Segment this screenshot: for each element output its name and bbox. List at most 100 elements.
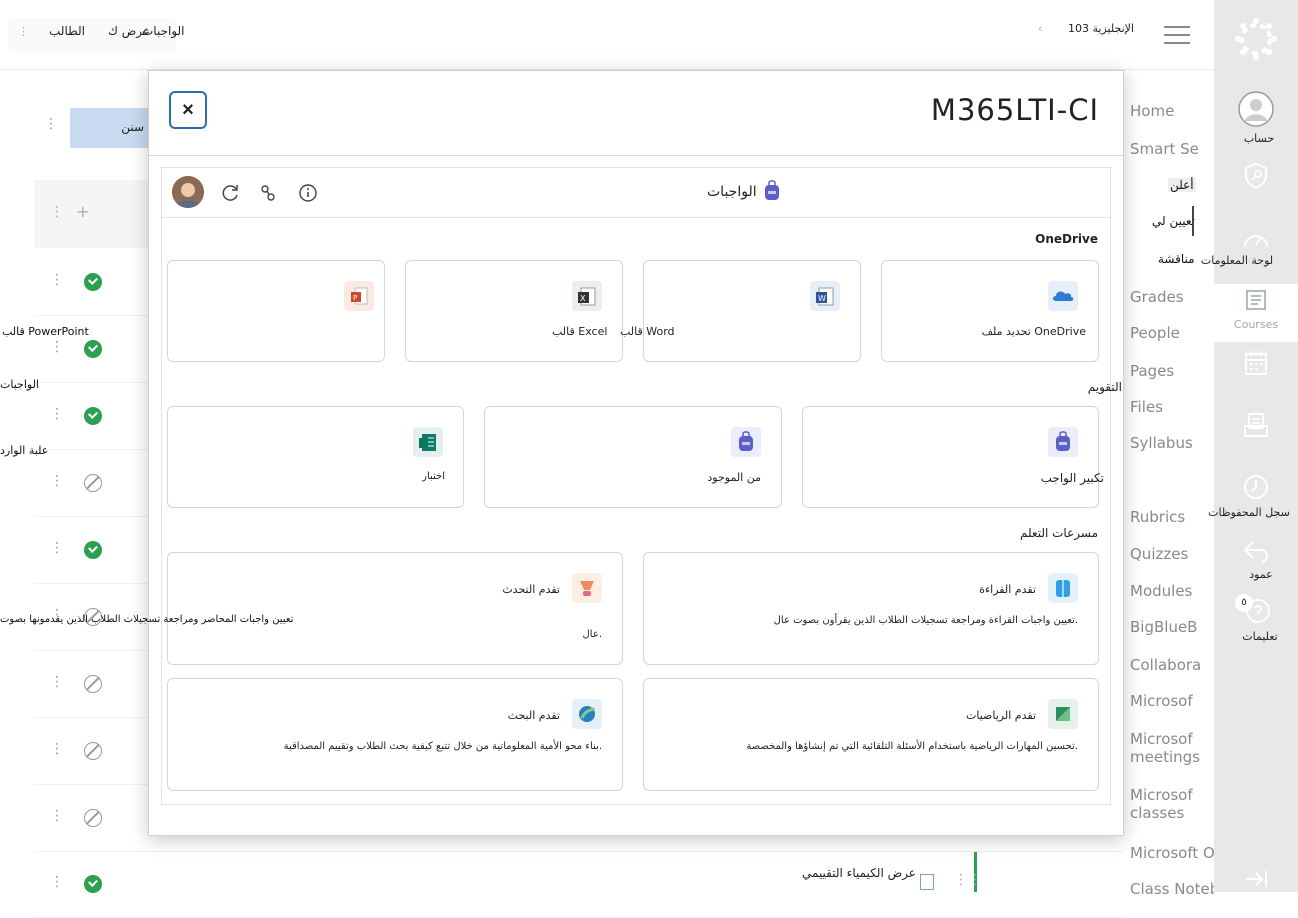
collapse-nav-icon[interactable] [1214, 870, 1298, 888]
course-nav-item[interactable]: Rubrics [1130, 508, 1214, 526]
course-nav-item[interactable]: Class Notebook [1130, 880, 1214, 898]
card-onedrive-file[interactable]: تحديد ملف OneDrive [881, 260, 1099, 362]
excel-icon: X [572, 281, 602, 311]
course-nav-item[interactable]: Modules [1130, 582, 1214, 600]
card-speaker-progress-desc: عال. [582, 629, 602, 640]
math-progress-icon [1048, 699, 1078, 729]
card-word-template[interactable]: W [643, 260, 861, 362]
course-nav-item[interactable]: BigBlueB [1130, 618, 1214, 636]
shield-key-icon [1245, 162, 1267, 190]
card-quiz-title: اختبار [422, 471, 445, 482]
course-nav-item[interactable]: Quizzes [1130, 545, 1214, 563]
card-speaker-progress-title: تقدم التحدث [502, 583, 560, 596]
course-nav-item[interactable]: People [1130, 324, 1214, 342]
kebab-icon[interactable]: ⋮ [50, 272, 64, 288]
course-nav-item[interactable]: Syllabus [1130, 434, 1214, 452]
published-check-icon[interactable] [84, 875, 102, 893]
forms-icon [413, 427, 443, 457]
card-reading-progress[interactable]: تقدم القراءة تعيين واجبات القراءة ومراجع… [643, 552, 1099, 665]
card-math-progress-title: تقدم الرياضيات [966, 709, 1036, 722]
kebab-icon[interactable]: ⋮ [50, 339, 64, 355]
course-nav-item[interactable]: Files [1130, 398, 1214, 416]
course-nav-item[interactable]: Microsof meetings [1130, 730, 1214, 766]
kebab-icon[interactable]: ⋮ [50, 674, 64, 690]
unpublished-icon[interactable] [84, 742, 102, 760]
bg-bottom-row-title[interactable]: عرض الكيمياء التقييمي [802, 866, 916, 880]
hamburger-menu-icon[interactable] [1164, 26, 1190, 44]
nav-help[interactable]: ٥ تعليمات [1214, 594, 1298, 643]
card-onedrive-file-title: تحديد ملف OneDrive [981, 325, 1086, 338]
published-check-icon[interactable] [84, 541, 102, 559]
global-nav: حساب لوحة المعلومات Courses سجل المحفوظا… [1201, 0, 1298, 892]
word-icon: W [810, 281, 840, 311]
card-speaker-progress[interactable]: تقدم التحدث عال. [167, 552, 623, 665]
assignment-icon [731, 427, 761, 457]
nav-account-label: حساب [1243, 132, 1275, 145]
assignment-doc-icon [920, 874, 934, 890]
nav-account[interactable]: حساب [1214, 90, 1298, 145]
drag-handle-icon[interactable]: ⋮⋮ [954, 872, 982, 888]
course-nav-announcements[interactable]: أعلن [1168, 178, 1196, 192]
published-check-icon[interactable] [84, 407, 102, 425]
course-nav-item[interactable]: Collabora [1130, 656, 1214, 674]
top-bar: ‹ الإنجليزية 103 ⋮ الطالب عرض ك الواجبات [0, 0, 1214, 70]
institution-logo-icon[interactable] [1214, 16, 1298, 62]
kebab-icon[interactable]: ⋮ [50, 874, 64, 890]
kebab-icon[interactable]: ⋮ [50, 204, 64, 220]
course-nav-assign-me[interactable]: تعيين لي [1152, 214, 1195, 228]
kebab-icon[interactable]: ⋮ [50, 741, 64, 757]
bg-action-button[interactable]: سنن [70, 108, 150, 148]
calendar-icon [1245, 351, 1267, 375]
card-excel-template[interactable]: X [405, 260, 623, 362]
course-nav-discussion[interactable]: مناقشة [1158, 252, 1195, 266]
card-quiz[interactable]: اختبار [167, 406, 464, 508]
nav-history[interactable]: سجل المحفوظات [1208, 474, 1298, 519]
add-icon[interactable]: + [76, 202, 89, 221]
kebab-icon[interactable]: ⋮ [50, 540, 64, 556]
nav-inbox[interactable] [1214, 412, 1298, 438]
published-check-icon[interactable] [84, 340, 102, 358]
course-nav-item[interactable]: Pages [1130, 362, 1214, 380]
card-powerpoint-template[interactable]: P [167, 260, 385, 362]
info-icon[interactable] [298, 183, 318, 203]
lti-frame: الواجبات OneDrive تحديد ملف OneDrive W X… [2, 167, 1122, 805]
card-new-assignment[interactable]: تكبير الواجب [802, 406, 1104, 508]
nav-dashboard[interactable]: لوحة المعلومات [1201, 228, 1298, 267]
breadcrumb-course[interactable]: الإنجليزية 103 [1068, 22, 1134, 35]
overflow-label-lecture: تعيين واجبات المحاضر ومراجعة تسجيلات الط… [0, 614, 294, 625]
user-avatar[interactable] [172, 176, 204, 208]
close-button[interactable]: × [169, 91, 207, 129]
course-nav-item[interactable]: Microsof classes [1130, 786, 1214, 822]
unpublished-icon[interactable] [84, 809, 102, 827]
nav-courses[interactable]: Courses [1214, 284, 1298, 342]
course-nav-item[interactable]: Home [1130, 102, 1214, 120]
card-search-progress[interactable]: تقدم البحث بناء محو الأمية المعلوماتية م… [167, 678, 623, 791]
card-math-progress[interactable]: تقدم الرياضيات تحسين المهارات الرياضية ب… [643, 678, 1099, 791]
kebab-icon[interactable]: ⋮ [50, 406, 64, 422]
nav-calendar[interactable] [1214, 350, 1298, 376]
kebab-icon[interactable]: ⋮ [50, 473, 64, 489]
unpublished-icon[interactable] [84, 474, 102, 492]
kebab-icon[interactable]: ⋮ [50, 808, 64, 824]
overflow-label-assignments: الواجبات [0, 378, 39, 391]
card-reading-progress-desc: تعيين واجبات القراءة ومراجعة تسجيلات الط… [773, 615, 1078, 626]
nav-admin[interactable] [1214, 162, 1298, 190]
unpublished-icon[interactable] [84, 675, 102, 693]
card-from-existing[interactable]: من الموجود [484, 406, 782, 508]
refresh-icon[interactable] [220, 183, 240, 203]
course-nav-item[interactable]: Microsoft OneDrive [1130, 844, 1214, 862]
nav-commons[interactable]: عمود [1214, 538, 1298, 581]
view-as-dropdown[interactable]: ⋮ الطالب عرض ك الواجبات [8, 18, 185, 52]
card-excel-template-title: قالب Excel [552, 325, 608, 338]
published-check-icon[interactable] [84, 273, 102, 291]
bg-toolbar-kebab[interactable]: ⋮ [44, 116, 58, 132]
course-nav-item[interactable]: Grades [1130, 288, 1214, 306]
card-search-progress-title: تقدم البحث [507, 709, 560, 722]
powerpoint-icon: P [344, 281, 374, 311]
search-progress-icon [572, 699, 602, 729]
share-icon[interactable] [258, 183, 278, 203]
breadcrumb: ‹ الإنجليزية 103 [1030, 22, 1138, 42]
section-onedrive: OneDrive [1035, 232, 1098, 246]
course-nav-item[interactable]: Smart Se [1130, 140, 1214, 158]
course-nav-item[interactable]: Microsof [1130, 692, 1214, 710]
